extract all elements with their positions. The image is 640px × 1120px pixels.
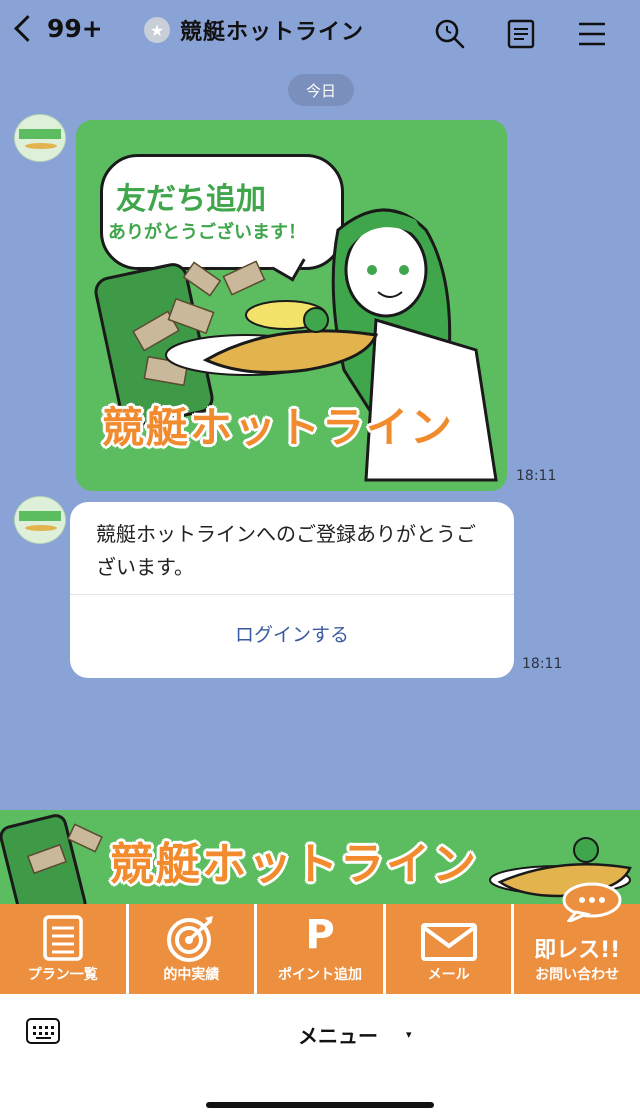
verified-badge-icon: ★: [144, 17, 170, 43]
text-message: 競艇ホットラインへのご登録ありがとうございます。 ログインする: [70, 502, 514, 678]
hit-record-button[interactable]: 的中実績: [128, 904, 255, 994]
bottom-bar: メニュー ▾: [0, 994, 640, 1120]
hit-record-label: 的中実績: [163, 967, 220, 983]
home-indicator: [206, 1102, 434, 1108]
keyboard-icon[interactable]: [26, 1018, 60, 1044]
caret-down-icon[interactable]: ▾: [406, 1028, 412, 1041]
add-points-button[interactable]: P ポイント追加: [257, 904, 383, 994]
sender-avatar[interactable]: [14, 496, 66, 544]
chat-bubble-icon: [562, 882, 622, 922]
divider: [70, 594, 514, 595]
points-icon: P: [305, 912, 335, 958]
chat-title-area[interactable]: ★ 競艇ホットライン: [144, 14, 364, 46]
back-button[interactable]: 99+: [14, 14, 103, 43]
target-icon: [167, 916, 214, 962]
contact-button[interactable]: 即レス!! お問い合わせ: [514, 882, 640, 994]
quick-reply-headline: 即レス!!: [534, 938, 621, 963]
list-icon: [43, 915, 83, 961]
chevron-left-icon: [14, 15, 41, 42]
message-time: 18:11: [522, 656, 563, 672]
banner-logo: 競艇ホットライン: [110, 839, 478, 890]
mail-button[interactable]: メール: [385, 904, 512, 994]
date-separator: 今日: [288, 74, 354, 106]
add-points-label: ポイント追加: [277, 967, 362, 983]
unread-count: 99+: [47, 14, 103, 43]
mail-icon: [420, 923, 477, 961]
login-link[interactable]: ログインする: [70, 620, 514, 647]
message-time: 18:11: [516, 468, 557, 484]
plan-list-button[interactable]: プラン一覧: [0, 904, 126, 994]
sender-avatar[interactable]: [14, 114, 66, 162]
mail-label: メール: [427, 967, 470, 983]
rich-menu-banner[interactable]: 競艇ホットライン: [0, 810, 640, 904]
brand-logo: 競艇ホットライン: [102, 403, 455, 452]
menu-toggle[interactable]: メニュー: [298, 1020, 378, 1049]
welcome-image-message[interactable]: 友だち追加 ありがとうございます！ 競艇ホットライン: [76, 120, 507, 491]
search-icon[interactable]: [432, 16, 468, 52]
rich-menu-buttons: プラン一覧 的中実績 P ポイント追加 メール 即レス!! お問い合わせ: [0, 882, 640, 994]
chat-title: 競艇ホットライン: [180, 20, 365, 45]
contact-label: お問い合わせ: [535, 967, 620, 983]
notes-icon[interactable]: [504, 16, 540, 52]
plan-list-label: プラン一覧: [27, 967, 98, 983]
message-body: 競艇ホットラインへのご登録ありがとうございます。: [96, 522, 476, 579]
hamburger-menu-icon[interactable]: [574, 16, 610, 52]
chat-header: 99+ ★ 競艇ホットライン: [0, 0, 640, 66]
